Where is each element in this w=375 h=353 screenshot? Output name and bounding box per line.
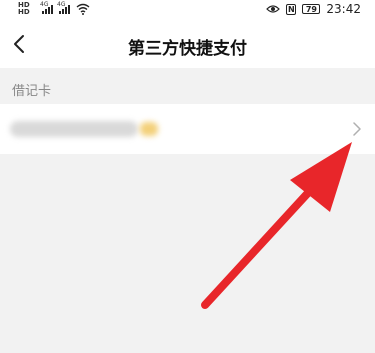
debit-card-row[interactable] xyxy=(0,104,375,154)
arrow-shaft xyxy=(201,178,322,309)
status-left: HD HD 4G 4G xyxy=(18,1,90,16)
signal-icon-2: 4G xyxy=(57,1,70,14)
page-title: 第三方快捷支付 xyxy=(128,39,247,59)
eye-icon xyxy=(266,5,281,13)
card-info-redacted xyxy=(10,121,138,137)
signal-2-label: 4G xyxy=(57,1,66,8)
card-logo-redacted xyxy=(140,122,158,136)
wifi-icon xyxy=(76,3,90,15)
section-label-debit-card: 借记卡 xyxy=(12,84,52,99)
status-time: 23:42 xyxy=(326,2,361,16)
status-right: N 79 23:42 xyxy=(266,2,361,16)
signal-1-label: 4G xyxy=(40,1,49,8)
chevron-right-icon[interactable] xyxy=(351,121,363,137)
nfc-icon: N xyxy=(286,3,297,15)
battery-icon: 79 xyxy=(302,4,321,14)
hd-badge: HD HD xyxy=(18,1,30,16)
status-bar: HD HD 4G 4G N 79 23:42 xyxy=(0,0,375,22)
nav-bar: 第三方快捷支付 xyxy=(0,22,375,68)
signal-icon: 4G xyxy=(40,1,53,14)
